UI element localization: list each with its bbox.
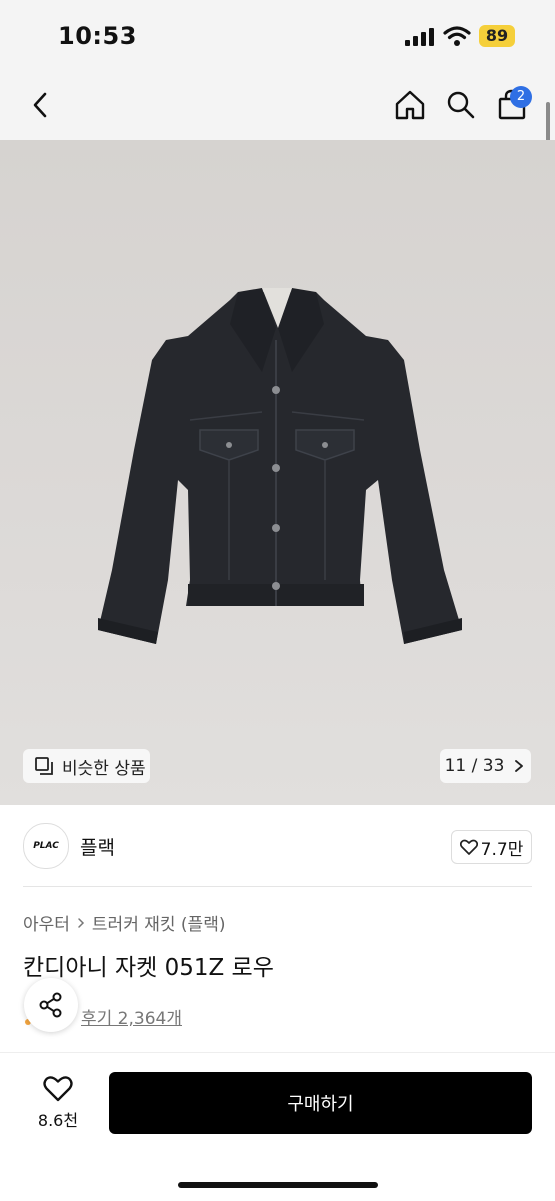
home-icon xyxy=(395,90,425,120)
breadcrumb: 아우터 트러커 재킷 (플랙) xyxy=(23,910,225,935)
buy-button[interactable]: 구매하기 xyxy=(109,1072,532,1134)
back-button[interactable] xyxy=(20,85,60,125)
brand-like-button[interactable]: 7.7만 xyxy=(451,830,532,864)
wifi-icon xyxy=(443,26,471,46)
cart-count-badge: 2 xyxy=(510,86,532,108)
share-icon xyxy=(39,992,62,1018)
brand-name[interactable]: 플랙 xyxy=(80,833,115,860)
divider xyxy=(23,886,532,887)
image-counter-button[interactable]: 11 / 33 xyxy=(440,749,531,783)
home-indicator xyxy=(178,1182,378,1188)
similar-products-label: 비슷한 상품 xyxy=(62,758,146,779)
similar-products-button[interactable]: 비슷한 상품 xyxy=(23,749,150,783)
favorite-button[interactable] xyxy=(36,1075,80,1106)
heart-icon xyxy=(459,839,478,855)
review-link[interactable]: 후기 2,364개 xyxy=(81,1004,182,1029)
status-bar: 10:53 89 xyxy=(0,0,555,70)
breadcrumb-subcategory[interactable]: 트러커 재킷 (플랙) xyxy=(92,910,226,935)
brand-logo-text: PLAC xyxy=(33,841,59,851)
battery-indicator: 89 xyxy=(479,25,515,47)
brand-like-count: 7.7만 xyxy=(480,839,524,860)
product-title: 칸디아니 자켓 051Z 로우 xyxy=(23,955,274,981)
chevron-right-icon xyxy=(515,760,524,772)
share-button[interactable] xyxy=(24,978,78,1032)
brand-row: PLAC 플랙 7.7만 xyxy=(0,805,555,887)
back-icon xyxy=(33,92,47,118)
buy-button-label: 구매하기 xyxy=(287,1094,354,1115)
brand-logo[interactable]: PLAC xyxy=(23,823,69,869)
similar-icon xyxy=(35,757,53,775)
heart-icon xyxy=(43,1076,73,1102)
top-nav xyxy=(0,70,555,140)
search-icon xyxy=(447,91,475,119)
image-counter: 11 / 33 xyxy=(444,756,505,776)
cellular-signal-icon xyxy=(405,28,434,46)
breadcrumb-category[interactable]: 아우터 xyxy=(23,910,70,935)
status-time: 10:53 xyxy=(58,22,137,50)
jacket-image xyxy=(98,288,462,644)
search-button[interactable] xyxy=(441,85,481,125)
favorite-count: 8.6천 xyxy=(37,1111,79,1130)
home-button[interactable] xyxy=(390,85,430,125)
chevron-right-icon xyxy=(78,917,84,928)
product-image[interactable] xyxy=(0,140,555,805)
